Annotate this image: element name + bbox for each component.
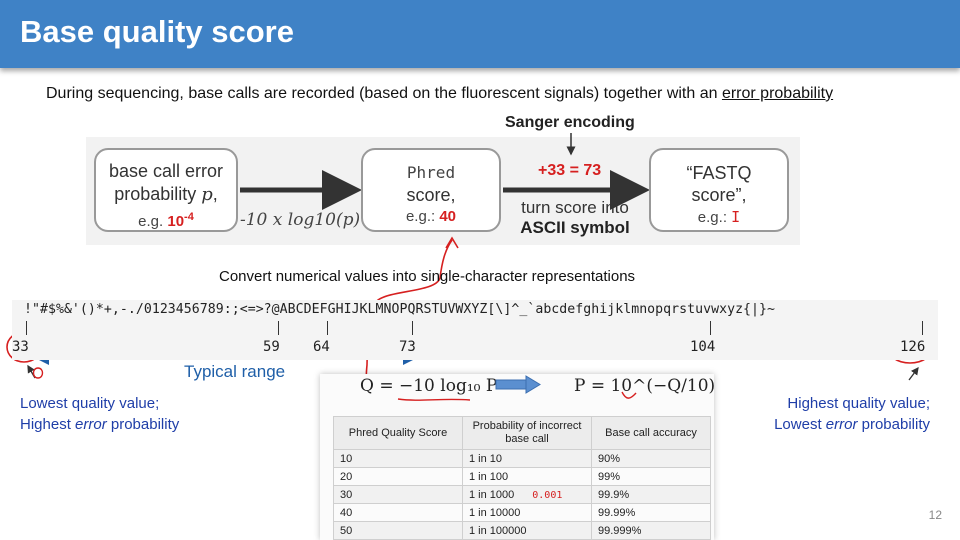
phred-quality-table: Phred Quality Score Probability of incor… [333,416,711,540]
table-row: 40 1 in 10000 99.99% [333,503,711,522]
table-row: 20 1 in 100 99% [333,467,711,486]
equation-p: P = 10^(−Q/10) [574,376,716,396]
table-row: 50 1 in 100000 99.999% [333,521,711,540]
table-row: 10 1 in 10 90% [333,449,711,468]
row30-probability: 1 in 1000 0.001 [462,485,592,504]
page-number: 12 [928,508,942,522]
table-row: 30 1 in 1000 0.001 99.9% [333,485,711,504]
header-phred: Phred Quality Score [333,416,463,450]
header-probability: Probability of incorrect base call [462,416,592,450]
table-header-row: Phred Quality Score Probability of incor… [333,416,711,450]
underline-annotation [397,398,471,401]
handwritten-note: 0.001 [532,489,563,501]
header-accuracy: Base call accuracy [591,416,711,450]
